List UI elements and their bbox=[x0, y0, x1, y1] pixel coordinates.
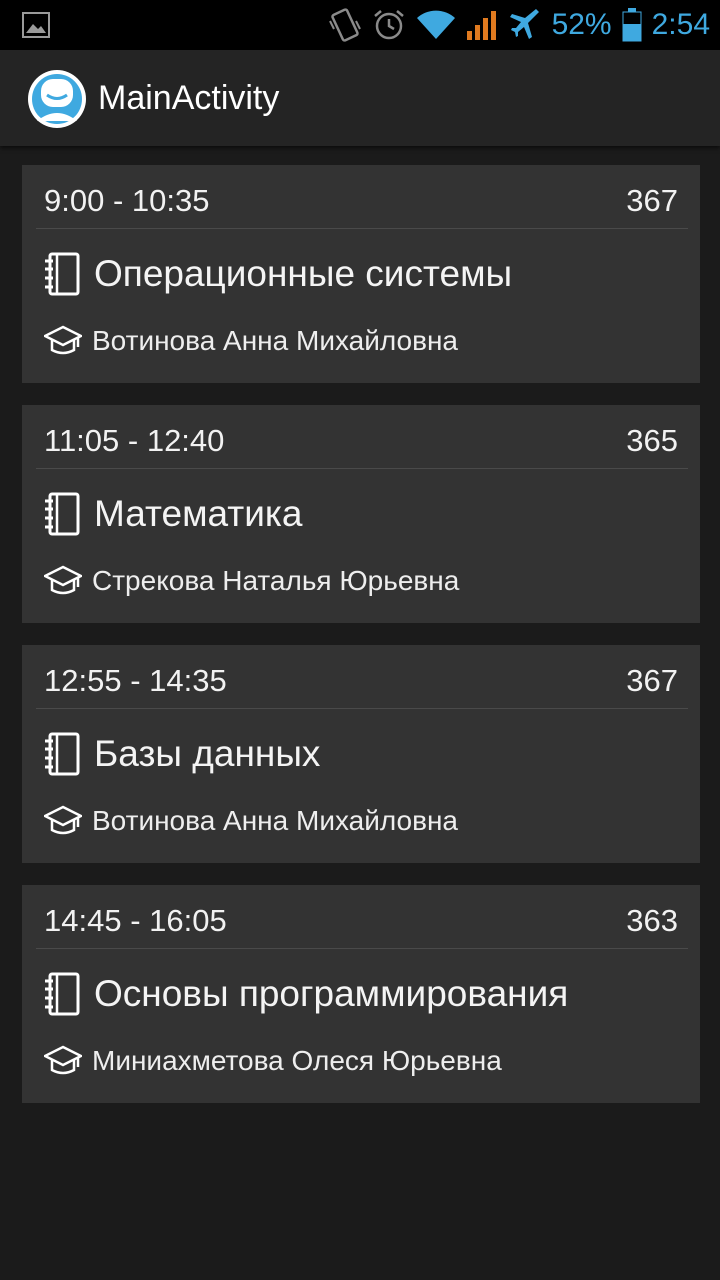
wifi-icon bbox=[416, 10, 455, 39]
lesson-room: 363 bbox=[626, 903, 678, 938]
notebook-icon bbox=[45, 252, 80, 296]
notebook-icon bbox=[45, 972, 80, 1016]
graduation-cap-icon bbox=[44, 325, 82, 355]
card-divider bbox=[36, 468, 688, 469]
graduation-cap-icon bbox=[44, 805, 82, 835]
card-divider bbox=[36, 708, 688, 709]
lesson-teacher: Вотинова Анна Михайловна bbox=[92, 805, 458, 836]
app-bar: MainActivity bbox=[0, 50, 720, 146]
lesson-subject: Математика bbox=[94, 493, 303, 534]
lesson-room: 365 bbox=[626, 423, 678, 458]
card-divider bbox=[36, 228, 688, 229]
lesson-subject: Базы данных bbox=[94, 733, 321, 774]
lesson-time: 9:00 - 10:35 bbox=[44, 183, 210, 218]
battery-icon bbox=[622, 8, 642, 42]
lesson-teacher: Вотинова Анна Михайловна bbox=[92, 325, 458, 356]
lesson-subject: Операционные системы bbox=[94, 253, 513, 294]
vibrate-icon bbox=[328, 8, 361, 42]
status-bar: 52% 2:54 bbox=[0, 0, 720, 50]
clock: 2:54 bbox=[651, 8, 710, 41]
lesson-teacher: Миниахметова Олеся Юрьевна bbox=[92, 1045, 502, 1076]
alarm-icon bbox=[373, 10, 404, 40]
graduation-cap-icon bbox=[44, 565, 82, 595]
lesson-card[interactable]: 12:55 - 14:35 367 Базы данных Вотинова А… bbox=[22, 645, 700, 863]
face-logo-icon[interactable] bbox=[27, 69, 87, 129]
card-divider bbox=[36, 948, 688, 949]
lesson-card[interactable]: 11:05 - 12:40 365 Математика Стрекова На… bbox=[22, 405, 700, 623]
battery-percent: 52% bbox=[551, 8, 612, 41]
lesson-room: 367 bbox=[626, 663, 678, 698]
lesson-card[interactable]: 14:45 - 16:05 363 Основы программировани… bbox=[22, 885, 700, 1103]
lesson-teacher: Стрекова Наталья Юрьевна bbox=[92, 565, 460, 596]
signal-icon bbox=[466, 11, 496, 40]
graduation-cap-icon bbox=[44, 1045, 82, 1075]
lesson-time: 12:55 - 14:35 bbox=[44, 663, 227, 698]
schedule-list: 9:00 - 10:35 367 Операционные системы Во… bbox=[22, 165, 700, 1125]
lesson-card[interactable]: 9:00 - 10:35 367 Операционные системы Во… bbox=[22, 165, 700, 383]
lesson-room: 367 bbox=[626, 183, 678, 218]
image-icon bbox=[22, 12, 50, 38]
notebook-icon bbox=[45, 732, 80, 776]
airplane-icon bbox=[509, 9, 539, 39]
lesson-subject: Основы программирования bbox=[94, 973, 569, 1014]
notebook-icon bbox=[45, 492, 80, 536]
app-title: MainActivity bbox=[98, 79, 280, 117]
lesson-time: 11:05 - 12:40 bbox=[44, 423, 225, 458]
lesson-time: 14:45 - 16:05 bbox=[44, 903, 227, 938]
